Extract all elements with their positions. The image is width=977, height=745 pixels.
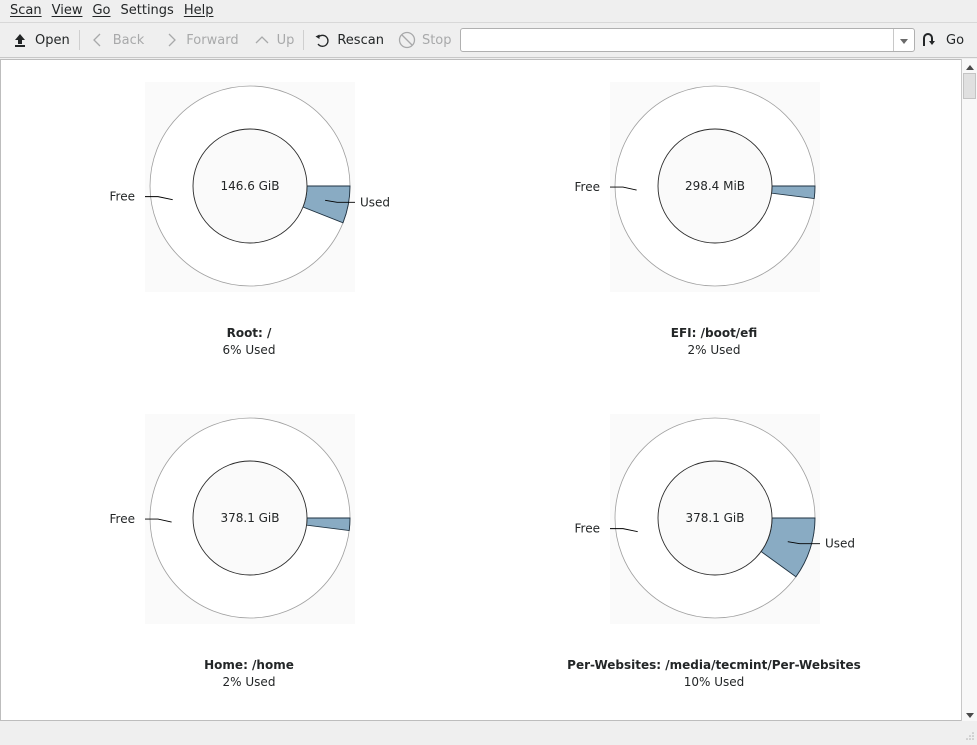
stop-button[interactable]: Stop <box>393 26 457 54</box>
menu-bar: Scan View Go Settings Help <box>0 0 977 22</box>
menu-view[interactable]: View <box>47 0 88 22</box>
go-arrow-icon <box>922 32 936 48</box>
chart-caption: Per-Websites: /media/tecmint/Per-Website… <box>514 657 914 691</box>
location-dropdown-button[interactable] <box>893 29 914 51</box>
filesystem-title: Root: / <box>226 326 272 340</box>
location-combobox[interactable] <box>460 28 915 52</box>
status-bar <box>0 721 977 744</box>
center-size-label: 378.1 GiB <box>220 511 279 525</box>
resize-grip-icon[interactable] <box>964 731 974 741</box>
filesystem-title: EFI: /boot/efi <box>670 326 758 340</box>
free-label: Free <box>110 512 135 526</box>
menu-scan[interactable]: Scan <box>0 0 47 22</box>
scrollbar-thumb[interactable] <box>963 73 976 99</box>
menu-settings[interactable]: Settings <box>116 0 179 22</box>
center-size-label: 378.1 GiB <box>685 511 744 525</box>
stop-icon <box>398 31 416 49</box>
toolbar-separator <box>303 30 305 50</box>
menu-go[interactable]: Go <box>87 0 115 22</box>
back-button[interactable]: Back <box>84 26 150 54</box>
chevron-left-icon <box>89 31 107 49</box>
chart-caption: Root: / 6% Used <box>49 325 449 359</box>
chevron-right-icon <box>162 31 180 49</box>
arrow-down-icon <box>965 707 974 721</box>
arrow-up-icon <box>965 59 974 73</box>
used-label: Used <box>360 195 390 209</box>
upload-icon <box>11 31 29 49</box>
free-label: Free <box>575 180 600 194</box>
up-button[interactable]: Up <box>248 26 300 54</box>
dropdown-arrow-icon <box>900 33 908 47</box>
free-label: Free <box>575 522 600 536</box>
filesystem-title: Home: /home <box>204 658 294 672</box>
filesystem-title: Per-Websites: /media/tecmint/Per-Website… <box>567 658 861 672</box>
location-input[interactable] <box>461 29 893 51</box>
scroll-down-button[interactable] <box>962 707 977 721</box>
charts-canvas: 146.6 GiB Free Used 298.4 MiB Free 378.1 GiB F… <box>110 82 855 624</box>
center-size-label: 146.6 GiB <box>220 179 279 193</box>
filesystem-usage: 10% Used <box>683 675 745 689</box>
filesystem-usage: 6% Used <box>222 343 276 357</box>
chart-caption: Home: /home 2% Used <box>49 657 449 691</box>
filesystem-usage: 2% Used <box>222 675 276 689</box>
menu-help[interactable]: Help <box>179 0 219 22</box>
rescan-button[interactable]: Rescan <box>308 26 389 54</box>
refresh-icon <box>313 31 331 49</box>
open-button[interactable]: Open <box>6 26 75 54</box>
chart-caption: EFI: /boot/efi 2% Used <box>514 325 914 359</box>
used-label: Used <box>825 537 855 551</box>
scroll-up-button[interactable] <box>962 59 977 73</box>
vertical-scrollbar[interactable] <box>961 59 977 721</box>
free-label: Free <box>110 190 135 204</box>
go-button[interactable]: Go <box>922 28 964 52</box>
forward-button[interactable]: Forward <box>157 26 243 54</box>
filesystem-overview: 146.6 GiB Free Used 298.4 MiB Free 378.1 GiB F… <box>0 59 962 721</box>
toolbar-separator <box>78 30 80 50</box>
center-size-label: 298.4 MiB <box>685 179 745 193</box>
filesystem-usage: 2% Used <box>687 343 741 357</box>
chevron-up-icon <box>253 31 271 49</box>
